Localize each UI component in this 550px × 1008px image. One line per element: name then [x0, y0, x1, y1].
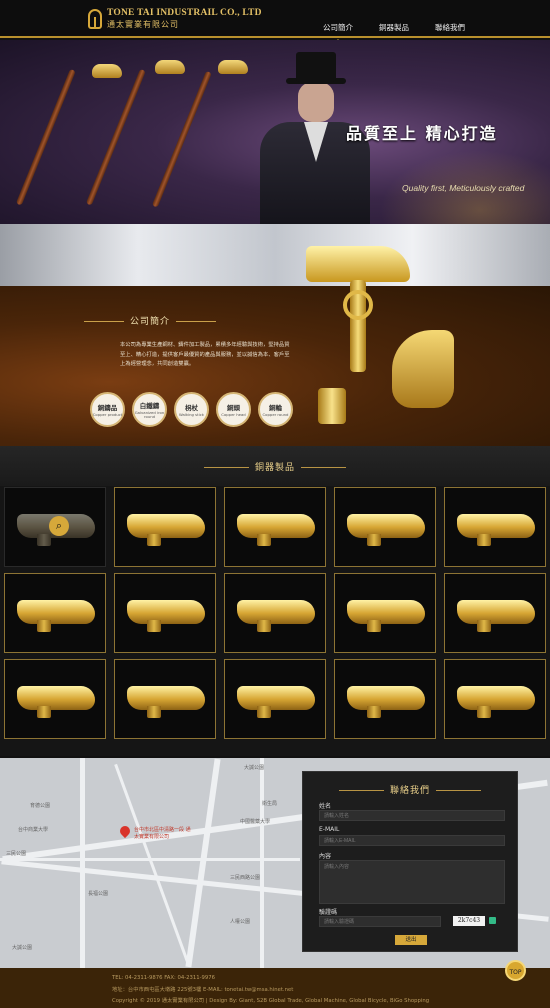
product-tile[interactable]: [334, 573, 436, 653]
products-header: 銅器製品: [0, 446, 550, 486]
cane-handle-image: [347, 686, 425, 718]
site-header: TONE TAI INDUSTRAIL CO., LTD 通太實業有限公司 公司…: [0, 0, 550, 42]
footer-phone: TEL: 04-2311-9876 FAX: 04-2311-9976: [112, 975, 216, 981]
captcha-field[interactable]: [319, 916, 441, 927]
badge-walking-stick[interactable]: 柺杖 Walking stick: [174, 392, 209, 427]
map-pin-label: 台中市北區中清路一段 通太實業有限公司: [134, 827, 191, 840]
logo-icon: [88, 9, 102, 29]
silver-divider: [0, 224, 550, 286]
footer-copyright: Copyright © 2019 通太實業有限公司 | Design By: G…: [112, 998, 430, 1004]
main-nav: 公司簡介 銅器製品 聯絡我們: [323, 22, 465, 42]
company-name-zh: 通太實業有限公司: [107, 20, 179, 29]
email-label: E-MAIL: [319, 826, 340, 833]
captcha-image: 2k7c43: [453, 916, 485, 926]
cane-handle-image: [237, 514, 315, 546]
cane-image: [15, 68, 76, 206]
product-tile[interactable]: ⌕: [4, 487, 106, 567]
product-tile[interactable]: [114, 573, 216, 653]
product-grid: ⌕: [4, 487, 546, 739]
product-tile[interactable]: [114, 487, 216, 567]
cane-handle-image: [127, 686, 205, 718]
cane-handle-image: [457, 514, 535, 546]
cane-handle-image: [17, 600, 95, 632]
about-title: 公司簡介: [0, 314, 300, 327]
product-tile[interactable]: [444, 487, 546, 567]
cane-handle-image: [347, 600, 425, 632]
product-tile[interactable]: [224, 487, 326, 567]
hero-title: 品質至上 精心打造: [346, 124, 498, 143]
product-tile[interactable]: [4, 573, 106, 653]
product-tile[interactable]: [444, 573, 546, 653]
cane-handle-image: [347, 514, 425, 546]
hero-banner: 品質至上 精心打造 Quality first, Meticulously cr…: [0, 40, 550, 224]
badge-copper-head[interactable]: 銅頭 Copper head: [216, 392, 251, 427]
name-field[interactable]: [319, 810, 505, 821]
footer-address: 地址：台中市西屯區大墩路 225號3樓 E-MAIL: tonetai.tw@m…: [112, 987, 294, 993]
cane-head-image: [155, 60, 185, 74]
nav-about[interactable]: 公司簡介: [323, 22, 353, 42]
products-title: 銅器製品: [198, 463, 352, 473]
cane-image: [85, 68, 146, 206]
logo[interactable]: TONE TAI INDUSTRAIL CO., LTD 通太實業有限公司: [88, 8, 262, 30]
product-tile[interactable]: [224, 659, 326, 739]
category-badges: 銅鑄品 Copper product 白鐵鑄 Galvanized iron rou…: [90, 392, 293, 427]
hero-subtitle: Quality first, Meticulously crafted: [402, 183, 525, 193]
product-tile[interactable]: [444, 659, 546, 739]
product-tile[interactable]: [224, 573, 326, 653]
product-tile[interactable]: [114, 659, 216, 739]
email-field[interactable]: [319, 835, 505, 846]
product-tile[interactable]: [334, 659, 436, 739]
nav-contact[interactable]: 聯絡我們: [435, 22, 465, 33]
company-name-en: TONE TAI INDUSTRAIL CO., LTD: [107, 8, 262, 18]
contact-form: 聯絡我們 姓名 E-MAIL 內容 驗證碼 2k7c43 送出: [302, 771, 518, 952]
badge-copper-round[interactable]: 銅輪 Copper round: [258, 392, 293, 427]
about-text: 本公司為專業生產銅材、鑄件加工製品，累積多年經驗與技術，堅持品質至上、精心打造，…: [120, 342, 290, 367]
product-tile[interactable]: [334, 487, 436, 567]
cane-handle-image: [17, 686, 95, 718]
submit-button[interactable]: 送出: [395, 935, 427, 945]
back-to-top-button[interactable]: TOP: [505, 960, 526, 981]
zoom-icon[interactable]: ⌕: [49, 516, 69, 536]
code-label: 驗證碼: [319, 909, 338, 916]
contact-title: 聯絡我們: [303, 783, 517, 796]
cane-handle-image: [457, 600, 535, 632]
gold-hammer-image: [306, 246, 410, 282]
name-label: 姓名: [319, 803, 332, 810]
cane-handle-image: [127, 514, 205, 546]
cane-handle-image: [457, 686, 535, 718]
cane-image: [151, 70, 212, 208]
product-tile[interactable]: [4, 659, 106, 739]
nav-products[interactable]: 銅器製品: [379, 22, 409, 33]
badge-copper-product[interactable]: 銅鑄品 Copper product: [90, 392, 125, 427]
cane-handle-image: [127, 600, 205, 632]
content-label: 內容: [319, 853, 332, 860]
cane-head-image: [92, 64, 122, 78]
refresh-icon[interactable]: [489, 917, 496, 924]
cane-handle-image: [237, 686, 315, 718]
badge-galvanized-iron[interactable]: 白鐵鑄 Galvanized iron round: [132, 392, 167, 427]
gold-ring-image: [343, 290, 373, 320]
gold-ferrule-image: [318, 388, 346, 424]
site-footer: TEL: 04-2311-9876 FAX: 04-2311-9976 地址：台…: [0, 968, 550, 1008]
products-section: 銅器製品 ⌕: [0, 446, 550, 756]
cane-handle-image: [237, 600, 315, 632]
content-field[interactable]: [319, 860, 505, 904]
